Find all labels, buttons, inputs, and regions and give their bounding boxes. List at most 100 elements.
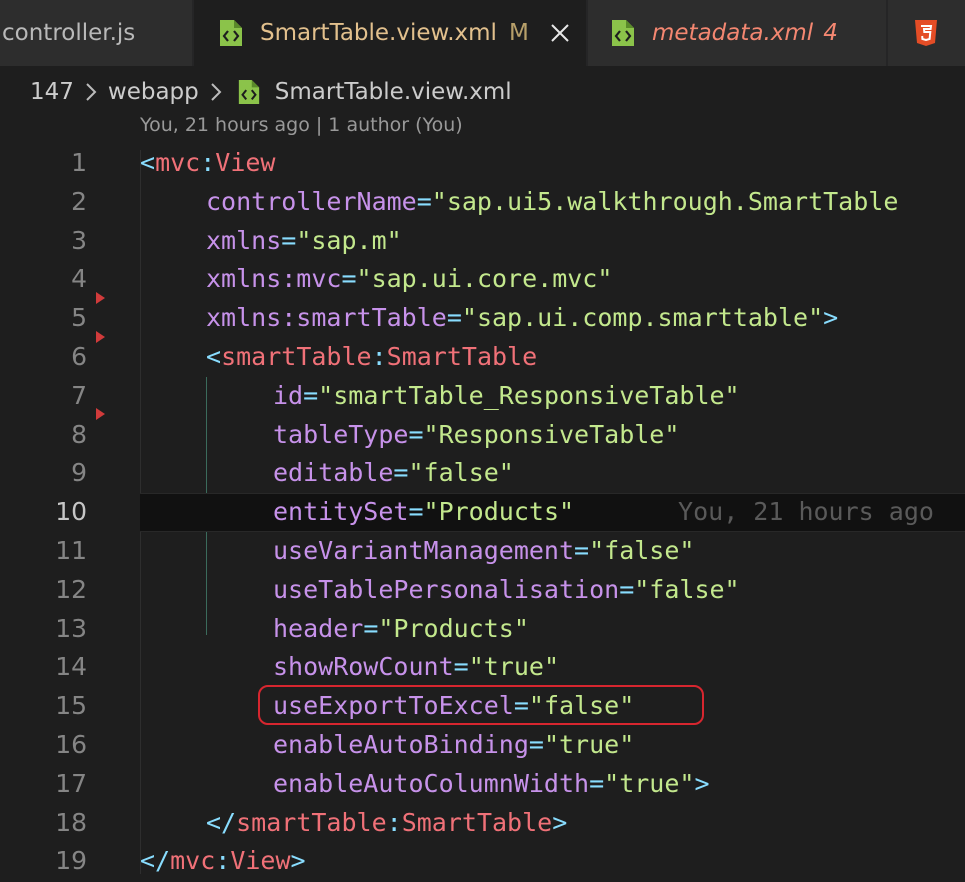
code-line[interactable]: 16 enableAutoBinding="true" [0,726,965,765]
code-editor[interactable]: 1 <mvc:View 2 controllerName="sap.ui5.walkt… [0,144,965,882]
code-line[interactable]: 2 controllerName="sap.ui5.walkthrough.Sma… [0,183,965,222]
xml-attribute-name: useVariantManagement [273,536,575,565]
code-text: entitySet="Products" You, 21 hours ago [273,493,934,532]
tab-label: controller.js [2,20,136,46]
code-line[interactable]: 19 </mvc:View> [0,842,965,881]
code-text: xmlns="sap.m" [206,222,402,261]
chevron-right-icon [211,83,222,101]
line-number: 2 [71,186,87,216]
close-icon[interactable] [549,22,571,44]
code-text: <smartTable:SmartTable [206,338,537,377]
code-text: tableType="ResponsiveTable" [273,416,679,455]
xml-tag-name: View [230,846,291,876]
xml-punctuation: > [823,303,839,333]
highlight-box [258,685,704,725]
code-line[interactable]: 18 </smartTable:SmartTable> [0,804,965,843]
line-number: 12 [55,574,87,604]
xml-tag-name: SmartTable [401,807,553,837]
line-number: 11 [55,536,87,565]
html5-icon [915,20,937,46]
xml-attribute-value: "sap.m" [296,225,402,255]
code-line[interactable]: 3 xmlns="sap.m" [0,222,965,261]
line-number: 9 [71,458,87,488]
xml-attribute-value: "false" [408,458,514,488]
code-line[interactable]: 8 tableType="ResponsiveTable" [0,416,965,455]
code-text: useVariantManagement="false" [273,532,694,571]
code-line[interactable]: 17 enableAutoColumnWidth="true"> [0,765,965,804]
line-number: 1 [71,148,87,177]
tab-html-file[interactable] [888,0,965,66]
code-text: showRowCount="true" [273,648,559,687]
diff-deleted-marker [96,331,105,343]
xml-attribute-value: "false" [634,574,740,604]
xml-equals: = [528,730,544,759]
xml-file-icon [612,20,634,46]
xml-attribute-name: entitySet [273,497,409,527]
breadcrumb-item-folder[interactable]: 147 [30,79,74,105]
code-line[interactable]: 9 editable="false" [0,454,965,493]
line-number: 19 [55,846,87,876]
xml-punctuation: : [215,846,231,876]
xml-equals: = [408,497,424,527]
xml-attribute-value: "sap.ui.comp.smarttable" [461,303,824,333]
line-number: 8 [71,419,87,449]
code-line[interactable]: 12 useTablePersonalisation="false" [0,571,965,610]
xml-attribute-value: "ResponsiveTable" [423,419,680,449]
code-text: <mvc:View [140,144,276,183]
line-number: 17 [55,768,87,798]
xml-attribute-value: "sap.ui5.walkthrough.SmartTable [431,186,899,216]
xml-attribute-name: xmlns [206,225,282,255]
xml-attribute-value: "true" [604,768,695,798]
editor-tab-bar: controller.js SmartTable.view.xml M meta… [0,0,965,66]
codelens-author-info[interactable]: You, 21 hours ago | 1 author (You) [140,114,463,136]
code-text: xmlns:smartTable="sap.ui.comp.smarttable… [206,299,838,338]
tab-metadata-xml[interactable]: metadata.xml 4 [588,0,886,66]
xml-attribute-value: "true" [468,652,559,682]
breadcrumb-item-webapp[interactable]: webapp [108,79,199,105]
tab-smarttable-view-xml[interactable]: SmartTable.view.xml M [194,0,586,66]
code-line[interactable]: 4 xmlns:mvc="sap.ui.core.mvc" [0,260,965,299]
xml-equals: = [393,458,409,488]
xml-attribute-name: enableAutoColumnWidth [273,768,590,798]
xml-file-icon [220,20,242,46]
xml-equals: = [574,536,590,565]
xml-attribute-name: useTablePersonalisation [273,574,620,604]
xml-attribute-name: controllerName [206,186,417,216]
code-line[interactable]: 11 useVariantManagement="false" [0,532,965,571]
code-line[interactable]: 1 <mvc:View [0,144,965,183]
xml-punctuation: : [371,342,387,371]
line-number: 3 [71,225,87,255]
code-line[interactable]: 6 <smartTable:SmartTable [0,338,965,377]
code-text: useTablePersonalisation="false" [273,571,740,610]
xml-punctuation: </ [206,807,237,837]
code-line[interactable]: 14 showRowCount="true" [0,648,965,687]
xml-punctuation: </ [140,846,171,876]
line-number: 16 [55,730,87,759]
line-number: 15 [55,691,87,721]
code-line[interactable]: 7 id="smartTable_ResponsiveTable" [0,377,965,416]
xml-punctuation: : [200,148,216,177]
code-text: header="Products" [273,610,529,649]
code-line[interactable]: 10 entitySet="Products" You, 21 hours ago [0,493,965,532]
tab-label: metadata.xml [652,20,814,46]
xml-equals: = [341,264,357,294]
code-text: </mvc:View> [140,842,306,881]
xml-attribute-value: "sap.ui.core.mvc" [356,264,613,294]
code-line[interactable]: 13 header="Products" [0,610,965,649]
code-line[interactable]: 5 xmlns:smartTable="sap.ui.comp.smarttabl… [0,299,965,338]
xml-attribute-value: "false" [589,536,695,565]
xml-equals: = [416,186,432,216]
breadcrumb: 147 webapp SmartTable.view.xml [30,72,512,112]
xml-equals: = [589,768,605,798]
xml-namespace: smartTable [236,807,387,837]
breadcrumb-item-file[interactable]: SmartTable.view.xml [275,79,512,105]
code-text: enableAutoBinding="true" [273,726,634,765]
xml-punctuation: > [552,807,568,837]
xml-punctuation: > [694,768,710,798]
line-number: 4 [71,264,87,294]
tab-controller-js[interactable]: controller.js [0,0,192,66]
xml-attribute-name: header [273,613,364,643]
xml-punctuation: < [206,342,222,371]
code-text: id="smartTable_ResponsiveTable" [273,377,740,416]
xml-attribute-name: showRowCount [273,652,454,682]
